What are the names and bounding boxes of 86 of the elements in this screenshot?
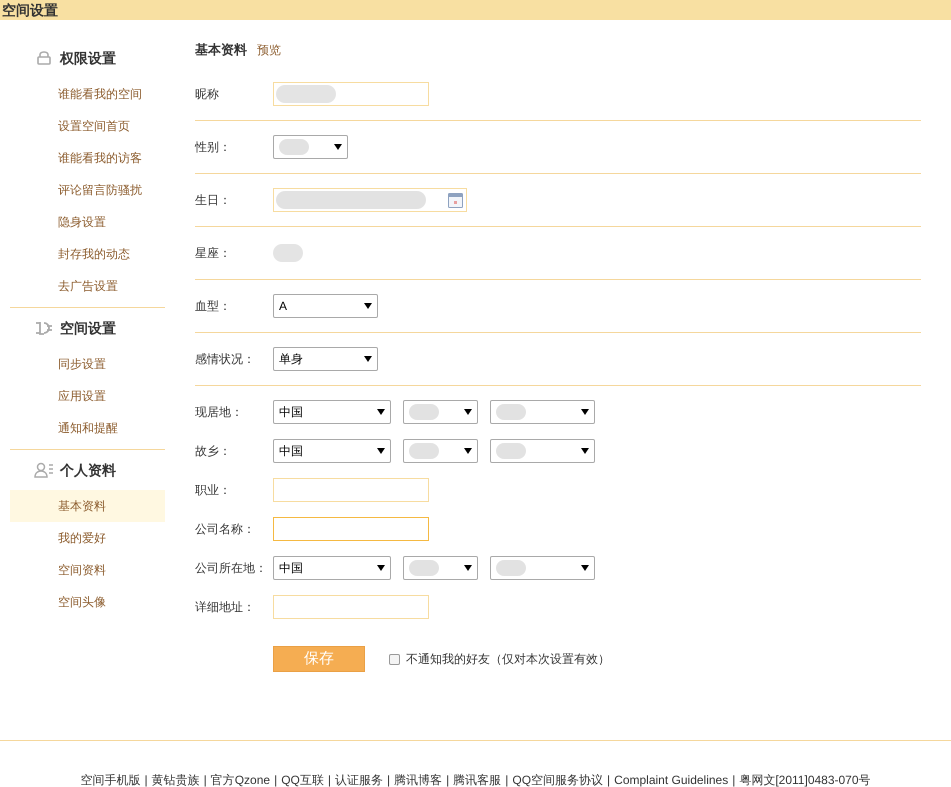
dropdown-arrow-icon (377, 448, 385, 454)
input-field[interactable] (273, 517, 429, 541)
dropdown-arrow-icon (464, 565, 472, 571)
dropdown[interactable] (490, 400, 595, 424)
input-field[interactable] (273, 82, 429, 106)
field-label: 生日： (195, 192, 232, 209)
dropdown[interactable]: A (273, 294, 378, 318)
separator: | (204, 772, 207, 787)
sidebar-item[interactable]: 谁能看我的空间 (10, 78, 165, 110)
field-label: 公司名称： (195, 521, 256, 538)
plug-icon (34, 320, 54, 336)
separator: | (274, 772, 278, 787)
field-label: 故乡： (195, 443, 232, 460)
footer-link[interactable]: Complaint Guidelines (614, 772, 728, 787)
sidebar-item[interactable]: 同步设置 (10, 348, 165, 380)
section-title: 空间设置 (60, 318, 116, 338)
footer-link[interactable]: 认证服务 (334, 772, 383, 787)
dropdown[interactable] (490, 439, 595, 463)
sidebar-item[interactable]: 我的爱好 (10, 522, 165, 554)
sidebar-item[interactable]: 封存我的动态 (10, 238, 165, 270)
dropdown-arrow-icon (364, 303, 372, 309)
footer-link[interactable]: 官方Qzone (210, 772, 270, 787)
dropdown-arrow-icon (377, 565, 385, 571)
input-field[interactable] (273, 478, 429, 502)
section-title: 权限设置 (60, 48, 116, 68)
dropdown[interactable]: 单身 (273, 347, 378, 371)
dropdown[interactable]: 中国 (273, 556, 391, 580)
dropdown-arrow-icon (464, 409, 472, 415)
footer-link[interactable]: 粤网文[2011]0483-070号 (739, 772, 871, 787)
dropdown-arrow-icon (334, 144, 342, 150)
separator: | (446, 772, 450, 787)
sidebar-item[interactable]: 通知和提醒 (10, 412, 165, 444)
checkbox-label: 不通知我的好友（仅对本次设置有效） (406, 651, 610, 668)
footer-link[interactable]: 腾讯博客 (394, 772, 442, 787)
field-label: 详细地址： (195, 599, 256, 616)
separator: | (144, 772, 148, 787)
sidebar-item[interactable]: 评论留言防骚扰 (10, 174, 165, 206)
field-label: 感情状况： (195, 351, 256, 368)
separator: | (328, 772, 331, 787)
dropdown[interactable] (403, 556, 478, 580)
sidebar-item[interactable]: 基本资料 (10, 490, 165, 522)
tab[interactable]: 预览 (257, 41, 281, 59)
input-field[interactable] (273, 595, 429, 619)
calendar-icon[interactable] (448, 192, 463, 208)
tab[interactable]: 基本资料 (195, 40, 247, 60)
sidebar-item[interactable]: 应用设置 (10, 380, 165, 412)
dropdown[interactable] (403, 400, 478, 424)
dropdown-arrow-icon (581, 409, 589, 415)
field-label: 星座： (195, 245, 232, 262)
field-label: 性别： (195, 139, 232, 156)
sidebar-item[interactable]: 空间头像 (10, 586, 165, 618)
dropdown[interactable] (490, 556, 595, 580)
dropdown[interactable]: 中国 (273, 439, 391, 463)
dropdown-arrow-icon (581, 565, 589, 571)
footer-link[interactable]: 黄钻贵族 (152, 772, 200, 787)
page-title: 空间设置 (2, 2, 58, 18)
dropdown[interactable] (403, 439, 478, 463)
separator: | (607, 772, 610, 787)
sidebar-item[interactable]: 设置空间首页 (10, 110, 165, 142)
dropdown[interactable]: 中国 (273, 400, 391, 424)
footer-link[interactable]: QQ互联 (281, 772, 324, 787)
dropdown-arrow-icon (581, 448, 589, 454)
sidebar-item[interactable]: 谁能看我的访客 (10, 142, 165, 174)
field-label: 公司所在地： (195, 560, 268, 577)
footer-link[interactable]: QQ空间服务协议 (512, 772, 604, 787)
checkbox[interactable] (389, 654, 400, 664)
separator: | (732, 772, 736, 787)
section-title: 个人资料 (60, 460, 116, 480)
field-label: 昵称 (195, 86, 220, 103)
sidebar-item[interactable]: 空间资料 (10, 554, 165, 586)
separator: | (386, 772, 390, 787)
field-label: 职业： (195, 482, 232, 499)
separator: | (505, 772, 508, 787)
date-field[interactable] (273, 188, 467, 212)
dropdown-arrow-icon (377, 409, 385, 415)
person-list-icon (34, 462, 54, 478)
footer-link[interactable]: 空间手机版 (80, 772, 140, 787)
field-label: 现居地： (195, 404, 244, 421)
dropdown[interactable] (273, 135, 348, 159)
sidebar-item[interactable]: 去广告设置 (10, 270, 165, 302)
dropdown-arrow-icon (364, 356, 372, 362)
field-label: 血型： (195, 298, 232, 315)
footer-link[interactable]: 腾讯客服 (453, 772, 502, 787)
sidebar-item[interactable]: 隐身设置 (10, 206, 165, 238)
dropdown-arrow-icon (464, 448, 472, 454)
lock-icon (34, 50, 54, 66)
